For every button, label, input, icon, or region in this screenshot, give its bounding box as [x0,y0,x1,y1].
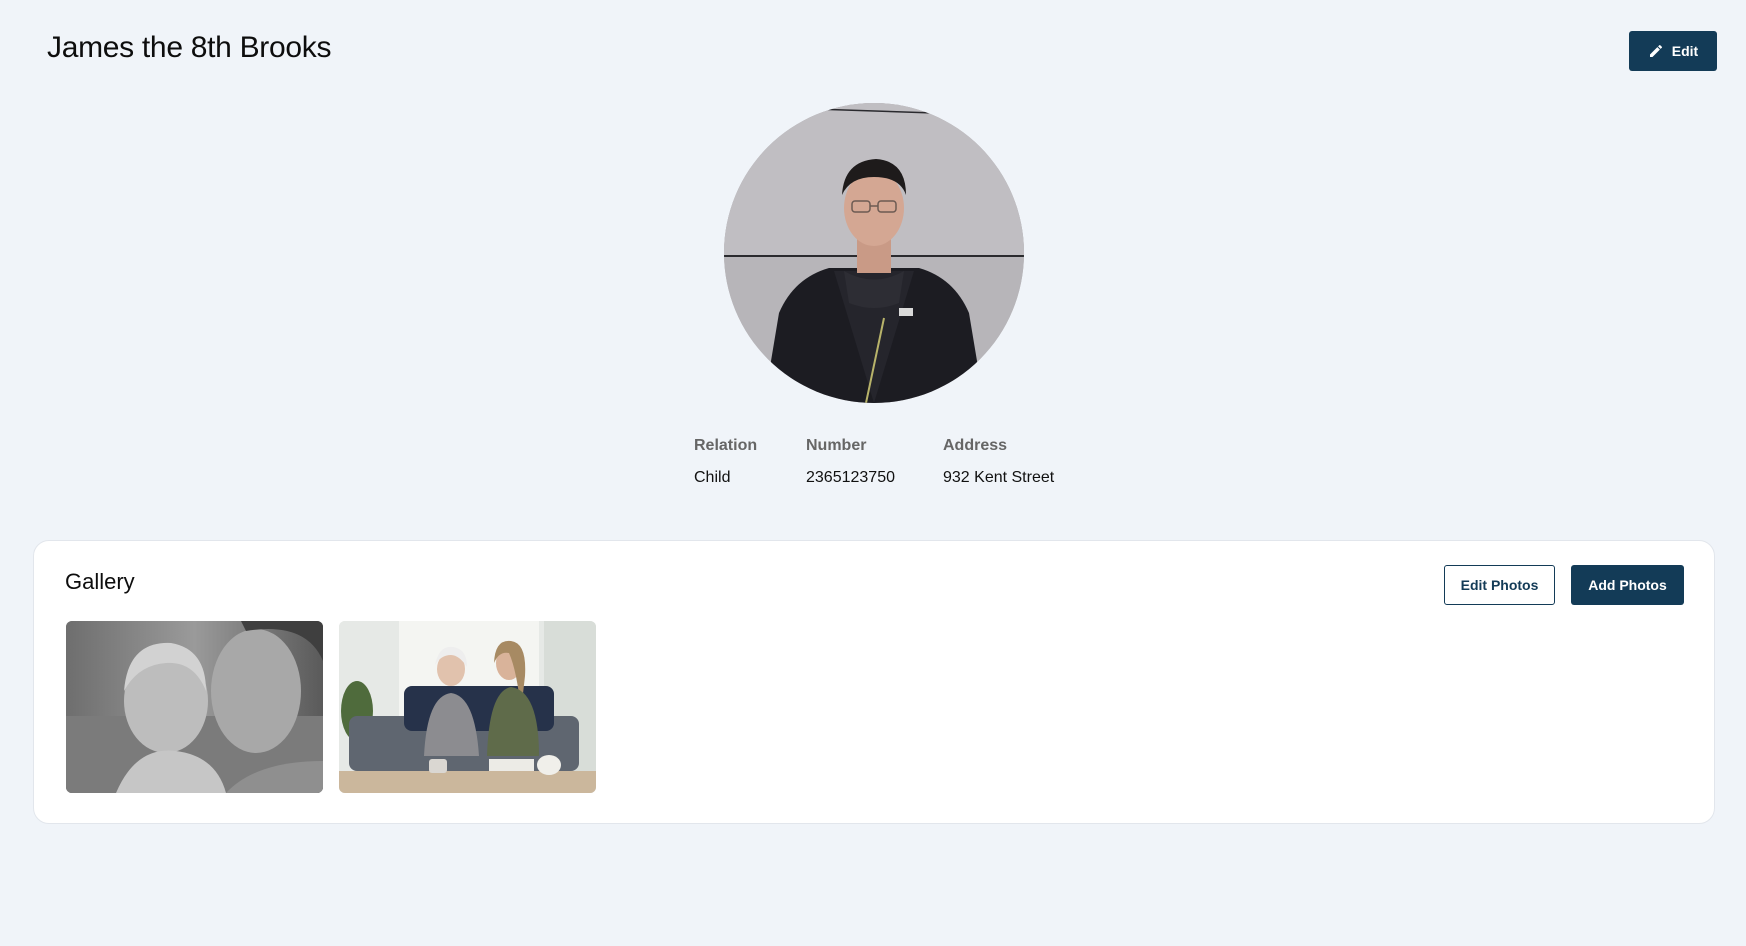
avatar [724,103,1024,403]
add-photos-button[interactable]: Add Photos [1571,565,1684,605]
address-label: Address [943,437,1008,454]
gallery-photo[interactable] [66,621,323,793]
edit-photos-button[interactable]: Edit Photos [1444,565,1555,605]
page-title: James the 8th Brooks [47,31,332,64]
number-value: 2365123750 [806,469,895,486]
relation-label: Relation [694,437,758,454]
pencil-icon [1648,43,1664,59]
relation-field: Relation Child [694,436,757,488]
relation-value: Child [694,469,731,486]
edit-button[interactable]: Edit [1629,31,1717,71]
gallery-photo[interactable] [339,621,596,793]
address-field: Address 932 Kent Street [943,436,1054,488]
address-value: 932 Kent Street [943,469,1055,486]
gallery-title: Gallery [65,569,135,594]
gallery-card: Gallery Edit Photos Add Photos [33,540,1715,824]
number-label: Number [806,437,867,454]
number-field: Number 2365123750 [806,436,895,488]
edit-button-label: Edit [1671,43,1699,59]
